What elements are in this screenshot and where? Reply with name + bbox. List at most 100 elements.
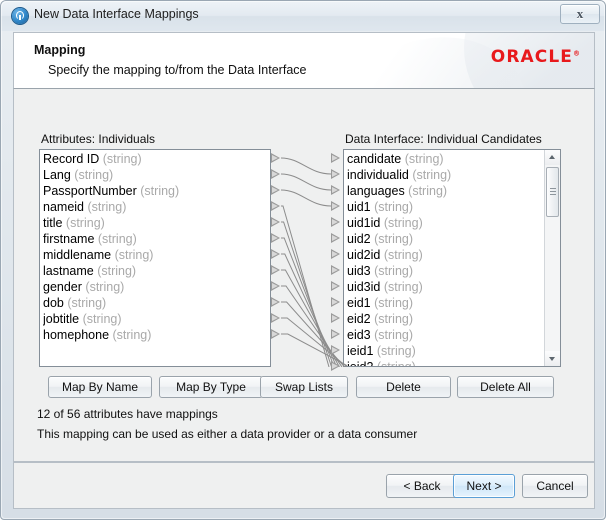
- list-item[interactable]: nameid (string): [43, 199, 179, 215]
- list-item-type: (string): [84, 200, 127, 214]
- list-item-name: candidate: [347, 152, 402, 166]
- list-item-name: Record ID: [43, 152, 100, 166]
- list-item[interactable]: eid2 (string): [347, 311, 451, 327]
- list-item[interactable]: uid1id (string): [347, 215, 451, 231]
- list-item-name: uid2id: [347, 248, 381, 262]
- list-item[interactable]: ieid1 (string): [347, 343, 451, 359]
- oracle-logo: ORACLE®: [491, 49, 580, 66]
- page-title: Mapping: [34, 43, 86, 57]
- list-item[interactable]: gender (string): [43, 279, 179, 295]
- scrollbar-thumb[interactable]: [546, 167, 559, 217]
- list-item-type: (string): [370, 264, 414, 278]
- list-item-type: (string): [370, 296, 414, 310]
- list-item[interactable]: homephone (string): [43, 327, 179, 343]
- window-title: New Data Interface Mappings: [34, 7, 199, 21]
- list-item-type: (string): [401, 152, 444, 166]
- list-item[interactable]: firstname (string): [43, 231, 179, 247]
- list-item[interactable]: PassportNumber (string): [43, 183, 179, 199]
- list-item-name: PassportNumber: [43, 184, 137, 198]
- list-item-type: (string): [99, 152, 142, 166]
- list-item-type: (string): [79, 312, 122, 326]
- list-item-name: Lang: [43, 168, 71, 182]
- list-item-name: uid2: [347, 232, 371, 246]
- list-item-type: (string): [81, 280, 125, 294]
- list-item-name: uid3id: [347, 280, 381, 294]
- wizard-header: Mapping Specify the mapping to/from the …: [13, 32, 595, 89]
- mapping-usage-note: This mapping can be used as either a dat…: [37, 427, 418, 441]
- list-item-name: gender: [43, 280, 82, 294]
- list-item[interactable]: uid2 (string): [347, 231, 451, 247]
- list-item-type: (string): [370, 200, 414, 214]
- back-button[interactable]: < Back: [386, 474, 458, 498]
- swap-lists-button[interactable]: Swap Lists: [260, 376, 348, 398]
- delete-all-button[interactable]: Delete All: [457, 376, 554, 398]
- list-item-type: (string): [370, 328, 414, 342]
- map-by-type-button[interactable]: Map By Type: [159, 376, 263, 398]
- scroll-down-arrow[interactable]: [545, 351, 560, 366]
- list-item-type: (string): [62, 216, 105, 230]
- list-item[interactable]: uid1 (string): [347, 199, 451, 215]
- delete-button[interactable]: Delete: [356, 376, 451, 398]
- list-item[interactable]: jobtitle (string): [43, 311, 179, 327]
- list-item-name: firstname: [43, 232, 95, 246]
- data-interface-list-items: candidate (string) individualid (string) l…: [344, 150, 451, 367]
- list-item[interactable]: dob (string): [43, 295, 179, 311]
- list-item-name: lastname: [43, 264, 94, 278]
- list-item[interactable]: eid1 (string): [347, 295, 451, 311]
- page-subtitle: Specify the mapping to/from the Data Int…: [48, 63, 307, 77]
- map-by-name-button[interactable]: Map By Name: [48, 376, 152, 398]
- list-item-type: (string): [370, 312, 414, 326]
- list-item-name: eid2: [347, 312, 371, 326]
- attributes-list[interactable]: Record ID (string) Lang (string) PassportN…: [39, 149, 271, 367]
- list-item-type: (string): [63, 296, 107, 310]
- mapping-count-status: 12 of 56 attributes have mappings: [37, 407, 218, 421]
- list-item-type: (string): [93, 264, 137, 278]
- list-item-name: languages: [347, 184, 405, 198]
- list-item-name: eid1: [347, 296, 371, 310]
- left-list-label: Attributes: Individuals: [41, 132, 156, 146]
- list-item-type: (string): [380, 216, 423, 230]
- list-item[interactable]: middlename (string): [43, 247, 179, 263]
- list-item-name: uid3: [347, 264, 371, 278]
- next-button[interactable]: Next >: [453, 474, 515, 498]
- list-item-name: ieid1: [347, 344, 374, 358]
- dialog-window: New Data Interface Mappings x Mapping Sp…: [0, 0, 606, 520]
- list-item[interactable]: uid3id (string): [347, 279, 451, 295]
- scroll-up-arrow[interactable]: [545, 150, 560, 165]
- list-item[interactable]: Record ID (string): [43, 151, 179, 167]
- list-item-name: jobtitle: [43, 312, 80, 326]
- list-item[interactable]: languages (string): [347, 183, 451, 199]
- list-item[interactable]: eid3 (string): [347, 327, 451, 343]
- list-item[interactable]: uid3 (string): [347, 263, 451, 279]
- cancel-button[interactable]: Cancel: [522, 474, 588, 498]
- list-item-type: (string): [70, 168, 114, 182]
- oracle-wordmark: ORACLE: [490, 47, 573, 67]
- title-bar: New Data Interface Mappings x: [1, 1, 605, 31]
- list-item-type: (string): [404, 184, 448, 198]
- attributes-list-items: Record ID (string) Lang (string) PassportN…: [40, 150, 179, 343]
- list-item[interactable]: uid2id (string): [347, 247, 451, 263]
- list-item-type: (string): [109, 328, 152, 342]
- list-item-type: (string): [370, 232, 414, 246]
- right-list-label: Data Interface: Individual Candidates: [345, 132, 542, 146]
- list-item[interactable]: title (string): [43, 215, 179, 231]
- list-item-name: eid3: [347, 328, 371, 342]
- close-button[interactable]: x: [560, 4, 600, 24]
- list-item-name: middlename: [43, 248, 112, 262]
- list-item-name: title: [43, 216, 63, 230]
- list-item[interactable]: ieid2 (string): [347, 359, 451, 367]
- list-item[interactable]: lastname (string): [43, 263, 179, 279]
- list-item-name: ieid2: [347, 360, 374, 367]
- close-icon: x: [576, 6, 584, 21]
- list-item-type: (string): [373, 344, 416, 358]
- registered-mark: ®: [573, 49, 580, 58]
- list-item[interactable]: candidate (string): [347, 151, 451, 167]
- list-item[interactable]: individualid (string): [347, 167, 451, 183]
- list-item-name: dob: [43, 296, 64, 310]
- right-list-scrollbar[interactable]: [544, 150, 560, 366]
- list-item-name: individualid: [347, 168, 409, 182]
- list-item-type: (string): [373, 360, 416, 367]
- list-item[interactable]: Lang (string): [43, 167, 179, 183]
- list-item-type: (string): [408, 168, 452, 182]
- data-interface-list[interactable]: candidate (string) individualid (string) l…: [343, 149, 561, 367]
